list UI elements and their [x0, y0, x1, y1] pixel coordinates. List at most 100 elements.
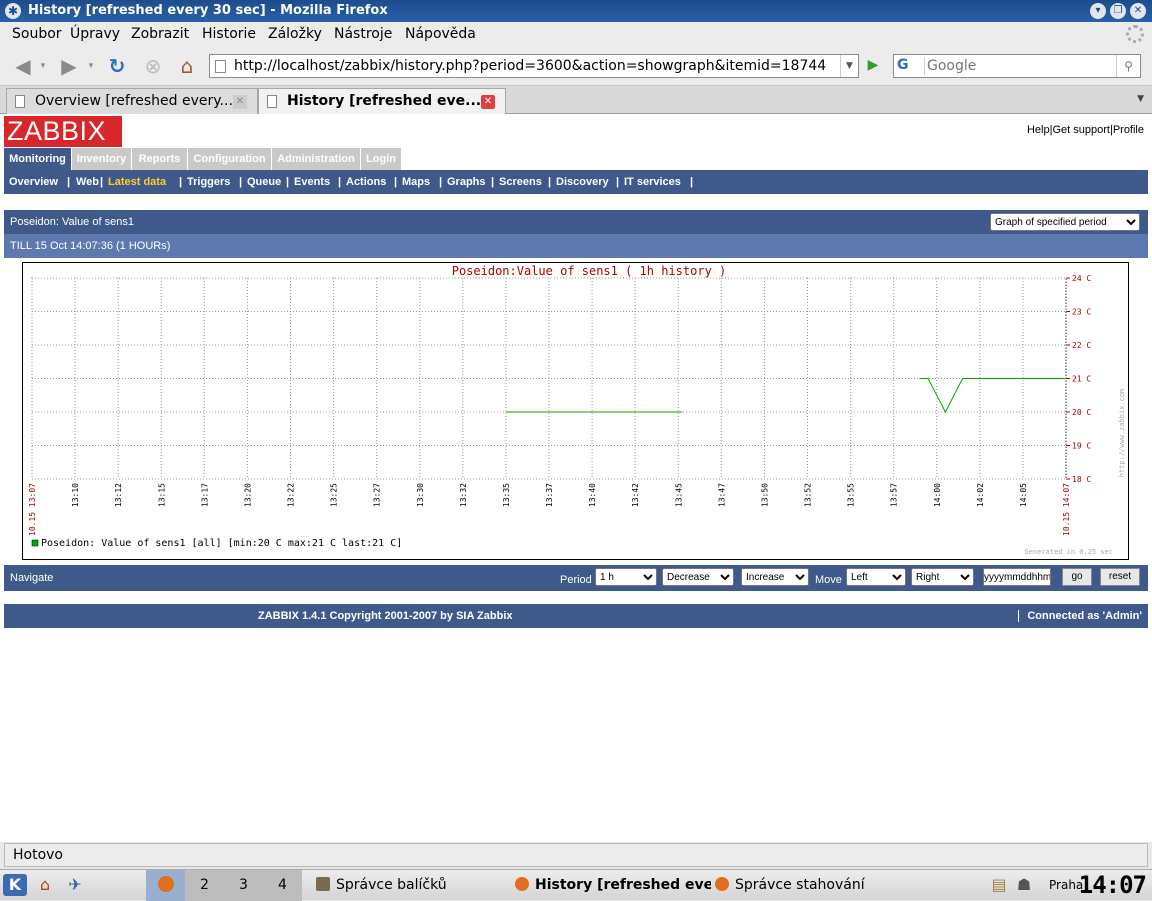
desktop-3[interactable]: 3	[224, 870, 263, 901]
move-right-select[interactable]: Right	[911, 568, 974, 586]
maximize-icon[interactable]: ❐	[1110, 3, 1126, 19]
move-left-select[interactable]: Left	[846, 568, 906, 586]
tab-list-icon[interactable]: ▼	[1137, 94, 1144, 104]
submenu-latest-data[interactable]: Latest data	[108, 176, 166, 188]
get-support-link[interactable]: Get support	[1052, 124, 1109, 136]
menu-zalozky[interactable]: Záložky	[268, 26, 322, 42]
x-tick-label: 13:52	[804, 483, 813, 507]
submenu-overview[interactable]: Overview	[9, 176, 58, 188]
submenu-it-services[interactable]: IT services	[624, 176, 681, 188]
desktop-1-firefox[interactable]	[146, 870, 185, 901]
task-history-firefox[interactable]: History [refreshed every	[515, 877, 711, 893]
page-icon	[267, 95, 277, 108]
forward-history-icon[interactable]: ▾	[84, 54, 98, 78]
back-icon[interactable]: ◀	[10, 54, 36, 78]
menu-monitoring[interactable]: Monitoring	[4, 148, 71, 170]
status-bar: Hotovo	[4, 843, 1148, 867]
tab-label: Overview [refreshed every...	[35, 93, 233, 109]
submenu-queue[interactable]: Queue	[247, 176, 281, 188]
separator: |	[690, 176, 694, 188]
increase-select[interactable]: Increase	[741, 568, 809, 586]
menu-soubor[interactable]: Soubor	[12, 26, 62, 42]
submenu-maps[interactable]: Maps	[402, 176, 430, 188]
home-folder-icon[interactable]: ⌂	[33, 874, 57, 896]
forward-icon[interactable]: ▶	[56, 54, 82, 78]
tab-label: History [refreshed eve...	[287, 93, 482, 109]
menu-upravy[interactable]: Úpravy	[70, 26, 120, 42]
minimize-icon[interactable]: ▾	[1090, 3, 1106, 19]
search-input[interactable]	[927, 57, 1112, 75]
go-arrow-icon[interactable]: ▶	[862, 57, 884, 77]
task-package-manager[interactable]: Správce balíčků	[316, 877, 506, 893]
page-icon	[15, 95, 25, 108]
submenu-screens[interactable]: Screens	[499, 176, 542, 188]
kde-menu-icon[interactable]: K	[3, 874, 27, 896]
menu-login[interactable]: Login	[361, 148, 401, 170]
connected-as: Connected as 'Admin'	[1018, 610, 1142, 622]
url-input[interactable]	[234, 57, 834, 75]
submenu-events[interactable]: Events	[294, 176, 330, 188]
menu-zobrazit[interactable]: Zobrazit	[131, 26, 189, 42]
tab-history[interactable]: History [refreshed eve... ✕	[258, 88, 506, 114]
desktop-2[interactable]: 2	[185, 870, 224, 901]
separator: |	[286, 176, 290, 188]
separator: |	[548, 176, 552, 188]
search-engine-icon[interactable]: G	[897, 57, 925, 75]
help-link[interactable]: Help	[1027, 124, 1050, 136]
tab-overview[interactable]: Overview [refreshed every... ✕	[6, 88, 258, 114]
x-tick-label: 13:40	[588, 483, 597, 507]
date-input[interactable]	[983, 568, 1051, 586]
menu-reports[interactable]: Reports	[132, 148, 187, 170]
x-tick-label: 13:57	[890, 483, 899, 507]
legend-swatch	[31, 539, 39, 547]
x-tick-label: 14:02	[976, 483, 985, 507]
menu-configuration[interactable]: Configuration	[188, 148, 271, 170]
y-tick-label: 23 C	[1072, 308, 1091, 317]
submenu-actions[interactable]: Actions	[346, 176, 386, 188]
submenu-discovery[interactable]: Discovery	[556, 176, 609, 188]
desktop-4[interactable]: 4	[263, 870, 302, 901]
tab-close-icon[interactable]: ✕	[481, 95, 495, 109]
submenu-web[interactable]: Web	[76, 176, 99, 188]
separator: |	[616, 176, 620, 188]
close-icon[interactable]: ✕	[1130, 3, 1146, 19]
url-dropdown-icon[interactable]: ▼	[840, 55, 858, 77]
submenu-triggers[interactable]: Triggers	[187, 176, 230, 188]
search-icon[interactable]: ⚲	[1116, 55, 1140, 77]
menu-inventory[interactable]: Inventory	[72, 148, 131, 170]
decrease-select[interactable]: Decrease	[662, 568, 734, 586]
till-text: TILL 15 Oct 14:07:36 (1 HOURs)	[10, 240, 171, 252]
tab-close-icon[interactable]: ✕	[233, 95, 247, 109]
x-tick-label: 13:15	[157, 483, 166, 507]
submenu-graphs[interactable]: Graphs	[447, 176, 486, 188]
url-bar[interactable]: ▼	[209, 54, 859, 78]
stop-icon[interactable]: ⊗	[140, 54, 166, 78]
menu-historie[interactable]: Historie	[202, 26, 256, 42]
clock[interactable]: 14:07	[1079, 871, 1147, 899]
firefox-icon	[515, 877, 529, 891]
home-icon[interactable]: ⌂	[174, 54, 200, 78]
legend-text: Poseidon: Value of sens1 [all] [min:20 C…	[41, 538, 402, 549]
x-tick-label: 13:30	[416, 483, 425, 507]
klipper-icon[interactable]: ▤	[987, 874, 1011, 896]
profile-link[interactable]: Profile	[1113, 124, 1144, 136]
reload-icon[interactable]: ↻	[104, 54, 130, 78]
search-bar[interactable]: G ⚲	[893, 54, 1141, 78]
reset-button[interactable]: reset	[1100, 568, 1140, 586]
window-menu-icon[interactable]: ✱	[5, 3, 21, 19]
view-select[interactable]: Graph of specified period	[990, 213, 1140, 231]
period-select[interactable]: 1 h	[595, 568, 657, 586]
menu-nastroje[interactable]: Nástroje	[334, 26, 392, 42]
menu-administration[interactable]: Administration	[272, 148, 360, 170]
task-download-manager[interactable]: Správce stahování	[715, 877, 885, 893]
back-history-icon[interactable]: ▾	[36, 54, 50, 78]
task-label: History [refreshed every	[535, 877, 711, 893]
go-button[interactable]: go	[1062, 568, 1092, 586]
firefox-icon	[157, 876, 174, 892]
x-tick-label: 13:17	[200, 483, 209, 507]
x-tick-label: 13:25	[330, 483, 339, 507]
network-icon[interactable]: ✈	[63, 874, 87, 896]
wallet-icon[interactable]: ☗	[1012, 874, 1036, 896]
x-tick-label: 13:47	[717, 483, 726, 507]
menu-napoveda[interactable]: Nápověda	[405, 26, 476, 42]
